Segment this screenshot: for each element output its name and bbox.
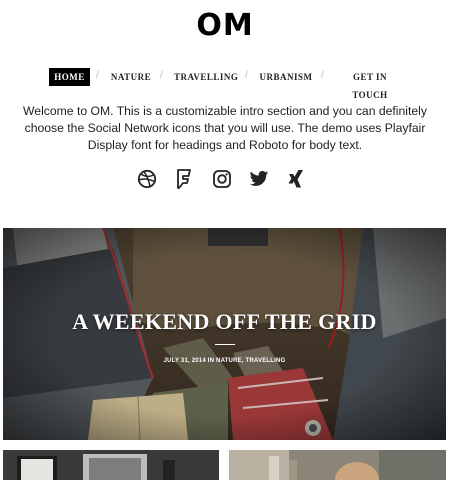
post-thumbnail-1 (3, 450, 219, 480)
featured-post[interactable]: A WEEKEND OFF THE GRID JULY 31, 2014 IN … (3, 228, 446, 440)
post-meta: JULY 31, 2014 IN NATURE, TRAVELLING (3, 358, 446, 364)
post-categories[interactable]: NATURE, TRAVELLING (216, 358, 285, 364)
post-date[interactable]: JULY 31, 2014 (164, 358, 206, 364)
intro-text: Welcome to OM. This is a customizable in… (23, 104, 427, 152)
in-label: IN (207, 358, 215, 364)
nav-item-travelling[interactable]: TRAVELLING (174, 68, 238, 86)
site-logo[interactable]: OM (0, 8, 450, 43)
nav-separator: / (160, 70, 163, 81)
xing-icon[interactable] (285, 168, 307, 190)
nav-item-get-in-touch[interactable]: GET IN TOUCH (335, 68, 405, 100)
social-icons (0, 168, 450, 192)
featured-title[interactable]: A WEEKEND OFF THE GRID (3, 309, 446, 335)
nav-separator: / (245, 70, 248, 81)
twitter-icon[interactable] (248, 168, 270, 190)
title-divider (215, 344, 235, 345)
nav-item-nature[interactable]: NATURE (110, 68, 152, 86)
dribbble-icon[interactable] (136, 168, 158, 190)
post-card-1[interactable] (3, 450, 219, 480)
post-card-2[interactable] (229, 450, 446, 480)
post-thumbnail-2 (229, 450, 446, 480)
foursquare-icon[interactable] (173, 168, 195, 190)
main-nav: HOME / NATURE / TRAVELLING / URBANISM / … (0, 68, 450, 100)
instagram-icon[interactable] (211, 168, 233, 190)
nav-separator: / (321, 70, 324, 81)
nav-item-home[interactable]: HOME (49, 68, 90, 86)
nav-separator: / (96, 70, 99, 81)
nav-item-urbanism[interactable]: URBANISM (259, 68, 313, 86)
